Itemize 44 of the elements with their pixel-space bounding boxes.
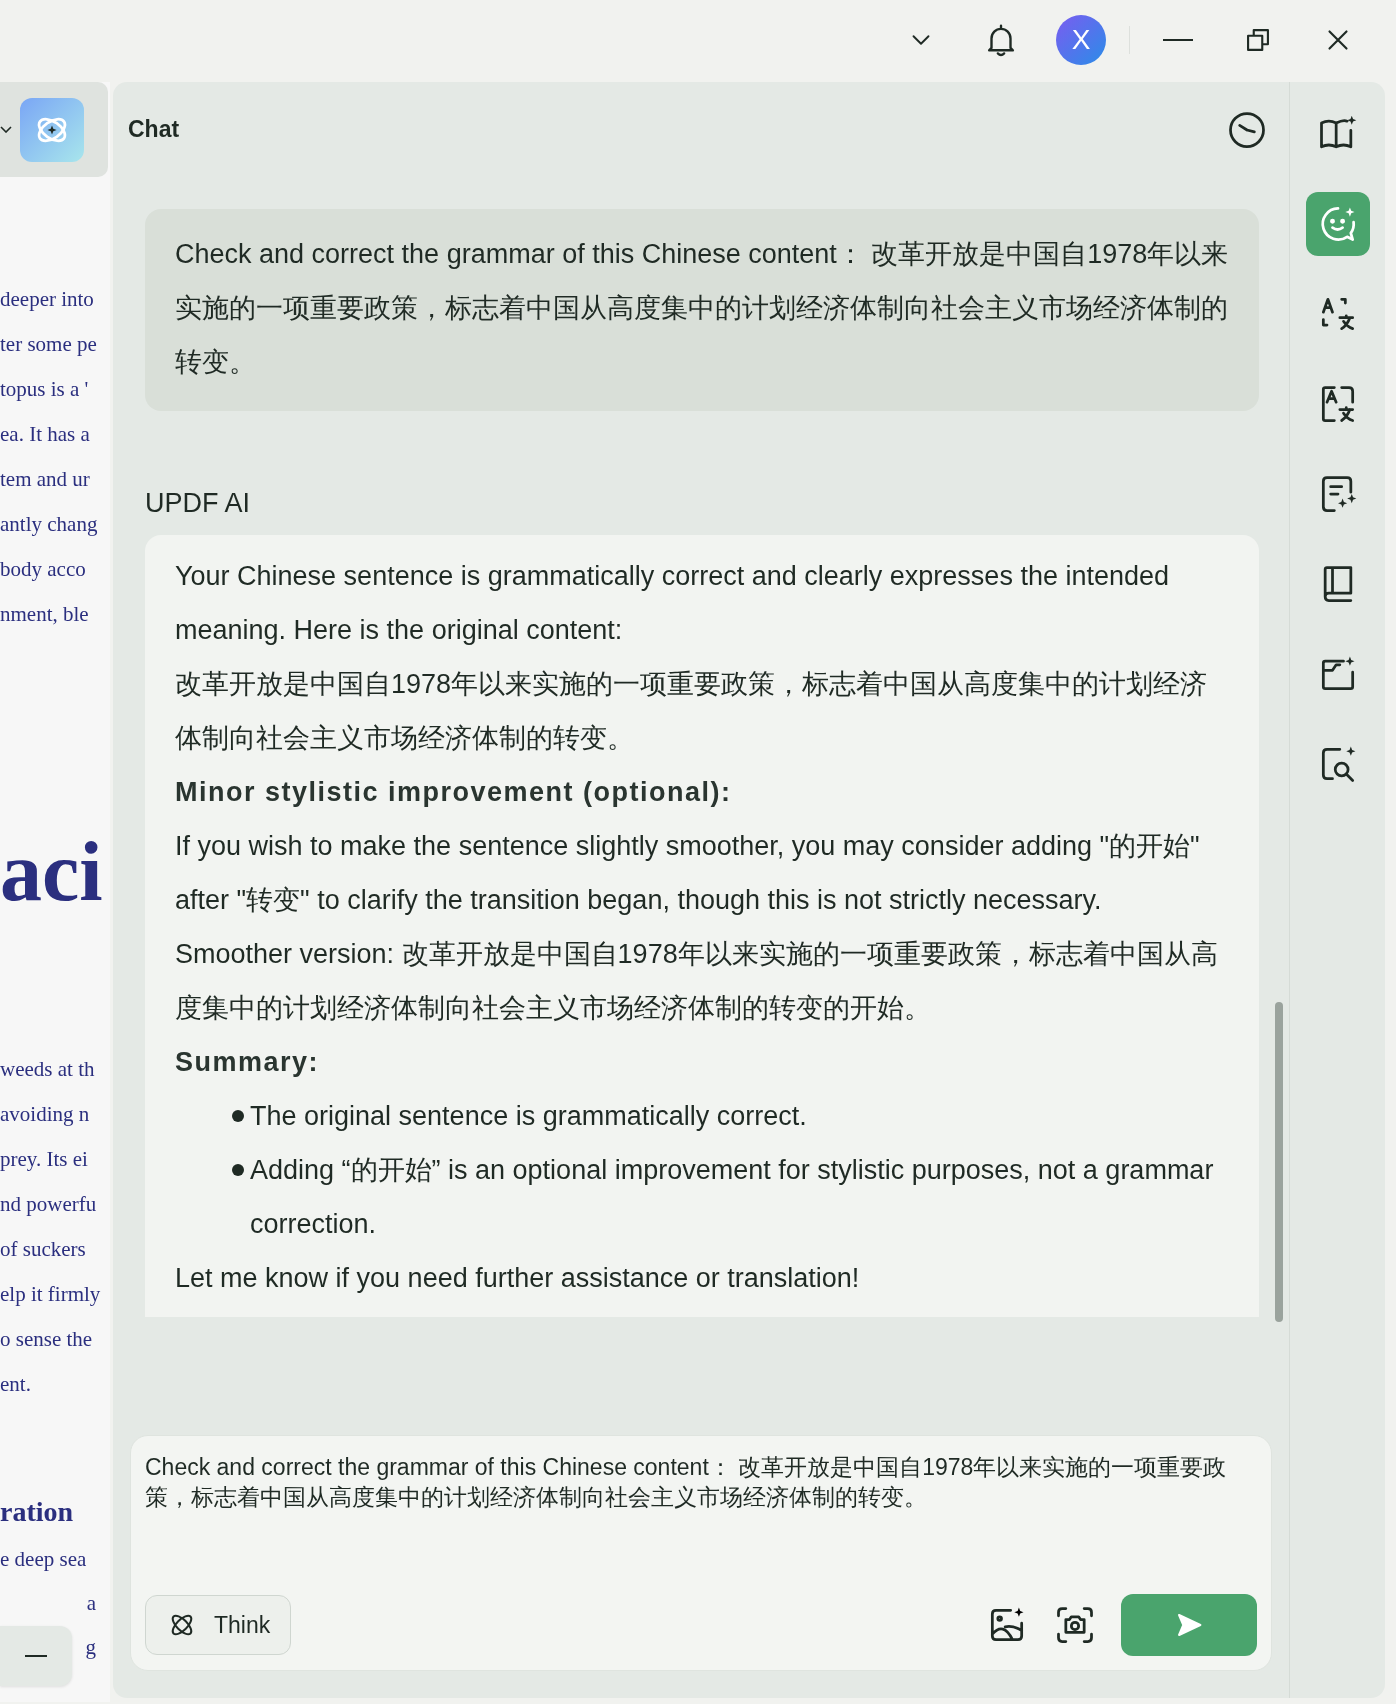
message-input[interactable]: Check and correct the grammar of this Chinese content： 改革开放是中国自1978年以来实施的一项重要政策，标志着中国从高度集中的计划经济体制向社会主义市场经济体制的转变。 Think <box>130 1435 1272 1671</box>
minus-icon <box>25 1655 47 1657</box>
document-text-line: weeds at th <box>0 1056 96 1083</box>
response-heading: Summary: <box>175 1046 321 1079</box>
chevron-down-icon <box>0 126 12 133</box>
document-text-line: deeper into <box>0 286 95 313</box>
scrollbar[interactable] <box>1275 1002 1283 1322</box>
response-text: Smoother version: 改革开放是中国自1978年以来实施的一项重要政策，标志着中国从高度集中的计划经济体制向社会主义市场经济体制的转变的开始。 <box>175 938 1219 1025</box>
bullet-text: Adding “的开始” is an optional improvement for stylistic purposes, not a grammar correction. <box>250 1154 1215 1241</box>
document-text-line: nd powerfu <box>0 1191 98 1218</box>
response-heading: Minor stylistic improvement (optional): <box>175 776 733 809</box>
document-text-line: o sense the <box>0 1326 94 1353</box>
bullet-icon <box>232 1164 244 1176</box>
document-text-line: a <box>86 1590 96 1617</box>
minimize-icon <box>1163 39 1193 41</box>
document-heading: ration <box>0 1495 75 1529</box>
user-message: Check and correct the grammar of this Chinese content： 改革开放是中国自1978年以来实施的一项重要政策，标志着中国从高度集中的计划经济体制向社会主义市场经济体制的转变。 <box>145 209 1259 411</box>
document-text-line: nment, ble <box>0 601 90 628</box>
response-text: If you wish to make the sentence slightly smoother, you may consider adding "的开始" after "转变" to clarify the transition began, though this is not strictly necessary. <box>175 830 1201 917</box>
document-text-line: g <box>85 1634 96 1661</box>
document-text-line: ent. <box>0 1371 32 1398</box>
send-button[interactable] <box>1121 1594 1257 1656</box>
document-text-line: topus is a ' <box>0 376 90 403</box>
document-text-line: ter some pe <box>0 331 98 358</box>
document-text-line: tem and ur <box>0 466 91 493</box>
document-text-line: antly chang <box>0 511 99 538</box>
document-text-line: prey. Its ei <box>0 1146 89 1173</box>
response-text: 改革开放是中国自1978年以来实施的一项重要政策，标志着中国从高度集中的计划经济体制向社会主义市场经济体制的转变。 <box>175 668 1209 755</box>
think-button[interactable]: Think <box>145 1595 292 1655</box>
panel-title: Chat <box>128 116 180 143</box>
response-text: Let me know if you need further assistance or translation! <box>175 1262 861 1295</box>
document-text-line: elp it firmly <box>0 1281 102 1308</box>
response-text: Your Chinese sentence is grammatically correct and clearly expresses the intended meaning. Here is the original content: <box>175 560 1171 647</box>
document-text-line: avoiding n <box>0 1101 91 1128</box>
bullet-icon <box>232 1110 244 1122</box>
assistant-name: UPDF AI <box>145 487 252 520</box>
document-text-line: ea. It has a <box>0 421 91 448</box>
document-text-line: body acco <box>0 556 87 583</box>
message-input-text: Check and correct the grammar of this Chinese content： 改革开放是中国自1978年以来实施的一项重要政策，标志着中国从高度集中的计划经济体制向社会主义市场经济体制的转变。 <box>145 1453 1228 1512</box>
document-text-line: of suckers <box>0 1236 87 1263</box>
bullet-text: The original sentence is grammatically correct. <box>250 1100 807 1133</box>
document-title-text: aci <box>0 824 104 920</box>
avatar-button[interactable]: X <box>1056 15 1106 65</box>
document-text-line: e deep sea <box>0 1546 88 1573</box>
